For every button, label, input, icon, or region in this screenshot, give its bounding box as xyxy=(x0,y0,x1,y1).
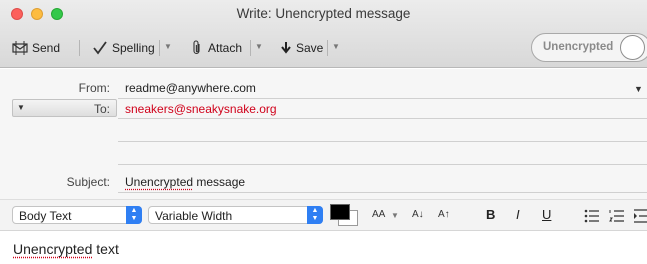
updown-chevron-icon: ▲ ▼ xyxy=(126,206,142,224)
body-misspelled-word: Unencrypted xyxy=(13,241,93,257)
header-divider xyxy=(118,118,647,119)
compose-toolbar: Send Spelling ▼ Attach ▼ Save ▼ Unencryp… xyxy=(0,30,647,64)
subject-misspelled-word: Unencrypted xyxy=(125,175,194,189)
attach-button[interactable]: Attach xyxy=(190,38,242,58)
bulleted-list-icon[interactable] xyxy=(584,209,600,223)
download-arrow-icon xyxy=(281,42,291,54)
send-label: Send xyxy=(32,41,61,55)
decrease-font-size-button[interactable]: A↓ xyxy=(412,209,424,220)
paperclip-icon xyxy=(193,40,200,55)
attach-label: Attach xyxy=(208,41,243,55)
save-button[interactable]: Save xyxy=(280,38,323,58)
subject-label: Subject: xyxy=(66,175,110,189)
toolbar-divider xyxy=(79,40,80,56)
window-titlebar: Write: Unencrypted message Send Spelling… xyxy=(0,0,647,68)
subject-rest: message xyxy=(193,175,246,189)
format-bar: Body Text ▲ ▼ Variable Width ▲ ▼ AA ▼ A↓ A… xyxy=(0,199,647,231)
decrease-font-size-label: A xyxy=(412,209,419,220)
indent-icon[interactable] xyxy=(634,209,647,223)
font-size-button[interactable]: AA xyxy=(372,209,385,220)
increase-font-size-button[interactable]: A↑ xyxy=(438,209,450,220)
encryption-toggle-knob xyxy=(620,35,645,60)
spelling-button[interactable]: Spelling xyxy=(92,38,155,58)
from-account-select[interactable]: readme@anywhere.com xyxy=(125,81,256,95)
header-divider xyxy=(118,98,647,99)
toolbar-divider xyxy=(327,40,328,56)
save-label: Save xyxy=(296,41,324,55)
spelling-label: Spelling xyxy=(112,41,155,55)
send-icon xyxy=(12,41,28,55)
paragraph-style-select[interactable]: Body Text ▲ ▼ xyxy=(12,206,142,224)
message-body-text: Unencrypted text xyxy=(13,241,119,257)
subject-field[interactable]: Unencrypted message xyxy=(125,175,245,189)
from-label: From: xyxy=(78,81,110,95)
font-size-caret-icon[interactable]: ▼ xyxy=(391,211,399,220)
save-menu-caret-icon[interactable]: ▼ xyxy=(332,42,340,51)
down-arrow-icon: ↓ xyxy=(418,209,424,220)
to-label: To: xyxy=(93,102,110,116)
encryption-toggle[interactable]: Unencrypted xyxy=(531,33,647,62)
underline-button[interactable]: U xyxy=(542,207,551,222)
spelling-menu-caret-icon[interactable]: ▼ xyxy=(164,42,172,51)
message-body-editor[interactable]: Unencrypted text xyxy=(0,232,647,264)
updown-chevron-icon: ▲ ▼ xyxy=(307,206,323,224)
window-title: Write: Unencrypted message xyxy=(236,6,411,21)
text-color-swatch[interactable] xyxy=(330,204,350,220)
recipient-type-selector[interactable]: ▼ To: xyxy=(12,99,117,117)
checkmark-icon xyxy=(93,41,107,55)
font-select[interactable]: Variable Width ▲ ▼ xyxy=(148,206,323,224)
send-button[interactable]: Send xyxy=(12,38,60,58)
header-divider xyxy=(118,141,647,142)
header-divider xyxy=(118,192,647,193)
to-address-field[interactable]: sneakers@sneakysnake.org xyxy=(125,102,277,116)
message-headers: From: readme@anywhere.com ▼ ▼ To: sneake… xyxy=(0,69,647,199)
font-value: Variable Width xyxy=(155,209,233,223)
from-dropdown-caret-icon[interactable]: ▼ xyxy=(634,84,643,94)
increase-font-size-label: A xyxy=(438,209,445,220)
paragraph-style-value: Body Text xyxy=(19,209,72,223)
up-arrow-icon: ↑ xyxy=(444,209,450,220)
header-divider xyxy=(118,164,647,165)
toolbar-divider xyxy=(250,40,251,56)
toolbar-divider xyxy=(159,40,160,56)
body-rest: text xyxy=(92,241,119,257)
italic-button[interactable]: I xyxy=(516,207,520,222)
numbered-list-icon[interactable] xyxy=(609,209,625,223)
bold-button[interactable]: B xyxy=(486,207,495,222)
encryption-toggle-label: Unencrypted xyxy=(543,41,614,53)
attach-menu-caret-icon[interactable]: ▼ xyxy=(255,42,263,51)
recipient-type-caret-icon: ▼ xyxy=(17,103,25,112)
